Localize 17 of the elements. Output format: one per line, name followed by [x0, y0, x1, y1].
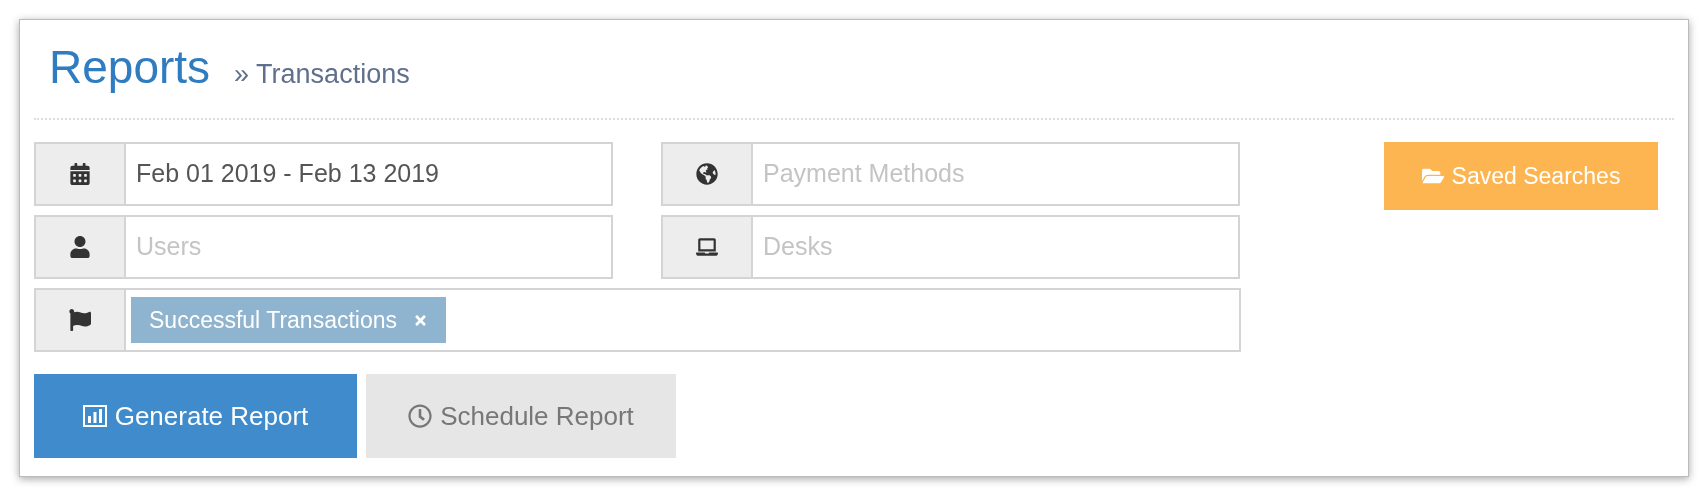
action-button[interactable]: Generate Report [34, 374, 357, 458]
globe-icon [696, 163, 718, 185]
input-field[interactable]: Feb 01 2019 - Feb 13 2019 [126, 142, 613, 206]
user-icon [69, 236, 91, 258]
tag-label: Successful Transactions [149, 305, 397, 335]
bar-chart-icon [82, 405, 107, 427]
input-field[interactable]: Users [126, 215, 613, 279]
breadcrumb: » Transactions [234, 61, 410, 90]
laptop-icon [696, 236, 718, 258]
status-filter-field[interactable]: Successful Transactions [34, 288, 1241, 352]
input-field[interactable]: Desks [753, 215, 1240, 279]
calendar-icon [69, 163, 91, 185]
remove-icon[interactable] [413, 312, 428, 328]
flag-icon [69, 309, 91, 331]
input-field[interactable]: Payment Methods [753, 142, 1240, 206]
clock-icon [408, 404, 433, 428]
action-button[interactable]: Schedule Report [366, 374, 676, 458]
